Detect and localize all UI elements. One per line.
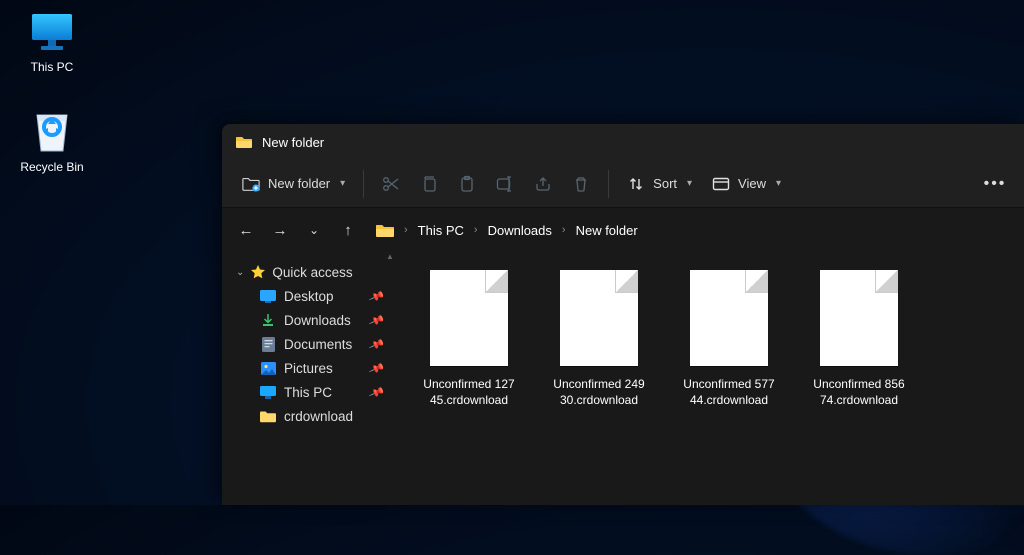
desktop-icon-label: Recycle Bin xyxy=(12,160,92,174)
sidebar-item-label: Downloads xyxy=(284,313,351,328)
sidebar-item-desktop[interactable]: Desktop 📌 xyxy=(232,284,392,308)
breadcrumb[interactable]: › This PC › Downloads › New folder xyxy=(372,223,1010,238)
download-icon xyxy=(260,312,276,328)
desktop-icon xyxy=(260,288,276,304)
window-title: New folder xyxy=(262,135,324,150)
file-icon xyxy=(690,270,768,366)
star-icon xyxy=(250,264,266,280)
file-name: Unconfirmed 12745.crdownload xyxy=(418,376,520,408)
explorer-body: ▲ ⌄ Quick access Desktop 📌 Downloads 📌 xyxy=(222,252,1024,505)
titlebar[interactable]: New folder xyxy=(222,124,1024,160)
share-button[interactable] xyxy=(524,169,562,199)
chevron-right-icon: › xyxy=(404,224,408,236)
file-item[interactable]: Unconfirmed 12745.crdownload xyxy=(418,270,520,408)
monitor-icon xyxy=(28,8,76,56)
chevron-right-icon: › xyxy=(562,224,566,236)
sidebar-item-label: Desktop xyxy=(284,289,334,304)
copy-button[interactable] xyxy=(410,169,448,199)
paste-button[interactable] xyxy=(448,169,486,199)
folder-icon xyxy=(260,408,276,424)
folder-icon xyxy=(376,223,394,238)
file-name: Unconfirmed 85674.crdownload xyxy=(808,376,910,408)
delete-button[interactable] xyxy=(562,169,600,199)
chevron-down-icon: ⌄ xyxy=(236,267,244,278)
file-name: Unconfirmed 57744.crdownload xyxy=(678,376,780,408)
file-name: Unconfirmed 24930.crdownload xyxy=(548,376,650,408)
file-grid[interactable]: Unconfirmed 12745.crdownload Unconfirmed… xyxy=(396,252,1024,505)
file-explorer-window: New folder New folder ▾ Sort ▾ View ▾ • xyxy=(222,124,1024,505)
sidebar-item-label: Documents xyxy=(284,337,352,352)
pin-icon: 📌 xyxy=(368,288,385,305)
file-icon xyxy=(560,270,638,366)
sidebar-item-label: This PC xyxy=(284,385,332,400)
file-icon xyxy=(430,270,508,366)
sort-icon xyxy=(627,175,645,193)
pin-icon: 📌 xyxy=(368,336,385,353)
desktop-icon-label: This PC xyxy=(12,60,92,74)
sidebar-item-crdownload[interactable]: crdownload xyxy=(232,404,392,428)
up-button[interactable]: ↑ xyxy=(338,222,358,239)
share-icon xyxy=(534,175,552,193)
recent-button[interactable]: ⌄ xyxy=(304,223,324,237)
pictures-icon xyxy=(260,360,276,376)
cut-button[interactable] xyxy=(372,169,410,199)
forward-button[interactable]: → xyxy=(270,222,290,239)
view-icon xyxy=(712,175,730,193)
sidebar-item-label: crdownload xyxy=(284,409,353,424)
chevron-down-icon: ▾ xyxy=(340,178,345,189)
toolbar: New folder ▾ Sort ▾ View ▾ ••• xyxy=(222,160,1024,208)
ellipsis-icon: ••• xyxy=(986,175,1004,193)
separator xyxy=(363,170,364,198)
more-button[interactable]: ••• xyxy=(976,169,1014,199)
sidebar-item-pictures[interactable]: Pictures 📌 xyxy=(232,356,392,380)
new-folder-icon xyxy=(242,175,260,193)
document-icon xyxy=(260,336,276,352)
crumb-new-folder[interactable]: New folder xyxy=(576,223,638,238)
rename-icon xyxy=(496,175,514,193)
trash-icon xyxy=(572,175,590,193)
view-button[interactable]: View ▾ xyxy=(702,169,791,199)
chevron-right-icon: › xyxy=(474,224,478,236)
file-item[interactable]: Unconfirmed 85674.crdownload xyxy=(808,270,910,408)
sidebar-item-downloads[interactable]: Downloads 📌 xyxy=(232,308,392,332)
file-item[interactable]: Unconfirmed 57744.crdownload xyxy=(678,270,780,408)
sort-button[interactable]: Sort ▾ xyxy=(617,169,702,199)
clipboard-icon xyxy=(458,175,476,193)
crumb-downloads[interactable]: Downloads xyxy=(488,223,552,238)
chevron-down-icon: ▾ xyxy=(687,178,692,189)
sidebar-item-label: Pictures xyxy=(284,361,333,376)
pin-icon: 📌 xyxy=(368,360,385,377)
scissors-icon xyxy=(382,175,400,193)
sidebar-item-this-pc[interactable]: This PC 📌 xyxy=(232,380,392,404)
file-icon xyxy=(820,270,898,366)
sidebar: ▲ ⌄ Quick access Desktop 📌 Downloads 📌 xyxy=(222,252,396,505)
desktop-icon-recycle-bin[interactable]: Recycle Bin xyxy=(12,108,92,174)
nav-row: ← → ⌄ ↑ › This PC › Downloads › New fold… xyxy=(222,208,1024,252)
new-folder-label: New folder xyxy=(268,176,330,191)
sidebar-section-label: Quick access xyxy=(272,265,352,280)
file-item[interactable]: Unconfirmed 24930.crdownload xyxy=(548,270,650,408)
back-button[interactable]: ← xyxy=(236,222,256,239)
crumb-this-pc[interactable]: This PC xyxy=(418,223,464,238)
sidebar-quick-access[interactable]: ⌄ Quick access xyxy=(232,260,392,284)
separator xyxy=(608,170,609,198)
pin-icon: 📌 xyxy=(368,312,385,329)
monitor-icon xyxy=(260,384,276,400)
chevron-down-icon: ▾ xyxy=(776,178,781,189)
copy-icon xyxy=(420,175,438,193)
recycle-bin-icon xyxy=(28,108,76,156)
folder-icon xyxy=(236,135,252,149)
pin-icon: 📌 xyxy=(368,384,385,401)
sidebar-item-documents[interactable]: Documents 📌 xyxy=(232,332,392,356)
new-folder-button[interactable]: New folder ▾ xyxy=(232,169,355,199)
desktop-icon-this-pc[interactable]: This PC xyxy=(12,8,92,74)
sort-label: Sort xyxy=(653,176,677,191)
rename-button[interactable] xyxy=(486,169,524,199)
view-label: View xyxy=(738,176,766,191)
